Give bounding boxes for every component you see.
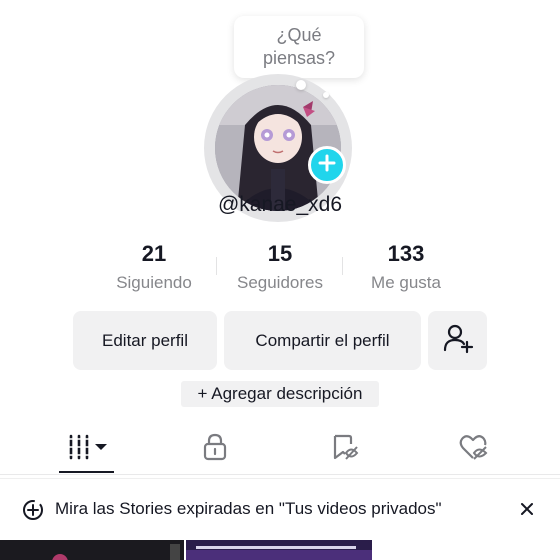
video-thumbnail[interactable] [0,540,184,560]
share-profile-label: Compartir el perfil [255,330,390,350]
stat-likes[interactable]: 133 Me gusta [341,240,471,295]
stat-following[interactable]: 21 Siguiendo [89,240,219,295]
active-tab-indicator [59,471,114,473]
bubble-tail-dot [296,80,306,90]
tab-private[interactable] [190,425,240,473]
add-friend-button[interactable] [428,311,487,370]
thought-bubble[interactable]: ¿Qué piensas? [234,16,364,78]
lock-icon [202,433,228,466]
liked-hidden-icon [458,433,488,466]
profile-stats: 21 Siguiendo 15 Seguidores 133 Me gusta [0,240,560,300]
edit-profile-label: Editar perfil [102,330,188,350]
edit-profile-button[interactable]: Editar perfil [73,311,217,370]
tabs-divider [0,474,560,475]
bubble-line-1: ¿Qué [276,25,322,45]
stat-followers-label: Seguidores [236,273,323,292]
add-bio-button[interactable]: + Agregar descripción [181,381,379,407]
stat-likes-label: Me gusta [371,273,441,292]
share-profile-button[interactable]: Compartir el perfil [224,311,421,370]
stat-followers[interactable]: 15 Seguidores [215,240,345,295]
profile-tabs [0,425,560,473]
videos-grid-icon [66,434,108,465]
video-thumbnail[interactable] [374,540,560,560]
tab-saved[interactable] [320,425,370,473]
tab-liked[interactable] [448,425,498,473]
close-icon[interactable] [519,501,535,522]
stat-following-label: Siguiendo [116,273,192,292]
username: @kanae_xd6 [217,193,343,216]
bubble-line-2: piensas? [262,48,336,68]
stat-likes-value: 133 [387,241,425,266]
banner-text: Mira las Stories expiradas en "Tus video… [55,499,442,518]
add-story-button[interactable] [308,146,346,184]
video-thumbnail[interactable] [186,540,372,560]
video-grid [0,540,560,560]
story-plus-icon [22,499,44,526]
person-add-icon [442,322,474,359]
expired-stories-banner[interactable]: Mira las Stories expiradas en "Tus video… [0,478,560,540]
saved-icon [331,433,359,466]
stat-divider [342,257,343,275]
plus-icon [318,154,336,177]
tab-videos[interactable] [59,425,114,473]
bubble-tail-dot-small [323,92,329,98]
stat-following-value: 21 [141,241,167,266]
stat-divider [216,257,217,275]
stat-followers-value: 15 [267,241,293,266]
